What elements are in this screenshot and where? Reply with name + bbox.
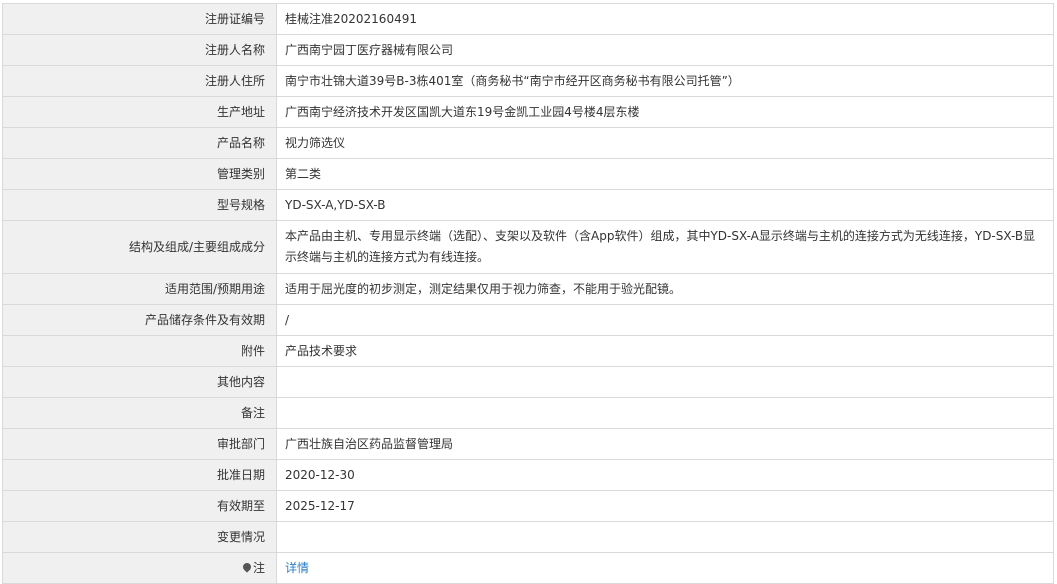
label-note: 注 xyxy=(2,552,277,584)
value-other-content xyxy=(276,366,1054,398)
note-pin-icon xyxy=(241,560,253,573)
row-product-name: 产品名称 视力筛选仪 xyxy=(2,127,1054,159)
label-model-spec: 型号规格 xyxy=(2,189,277,221)
value-structure-composition: 本产品由主机、专用显示终端（选配）、支架以及软件（含App软件）组成，其中YD-… xyxy=(276,220,1054,274)
label-change-history: 变更情况 xyxy=(2,521,277,553)
label-registrant-address: 注册人住所 xyxy=(2,65,277,97)
row-registrant-address: 注册人住所 南宁市壮锦大道39号B-3栋401室（商务秘书“南宁市经开区商务秘书… xyxy=(2,65,1054,97)
row-other-content: 其他内容 xyxy=(2,366,1054,398)
row-production-address: 生产地址 广西南宁经济技术开发区国凯大道东19号金凯工业园4号楼4层东楼 xyxy=(2,96,1054,128)
label-approval-date: 批准日期 xyxy=(2,459,277,491)
value-intended-use: 适用于屈光度的初步测定，测定结果仅用于视力筛查，不能用于验光配镜。 xyxy=(276,273,1054,305)
row-approval-department: 审批部门 广西壮族自治区药品监督管理局 xyxy=(2,428,1054,460)
value-registrant-name: 广西南宁园丁医疗器械有限公司 xyxy=(276,34,1054,66)
label-registration-number: 注册证编号 xyxy=(2,3,277,35)
row-attachment: 附件 产品技术要求 xyxy=(2,335,1054,367)
label-structure-composition: 结构及组成/主要组成成分 xyxy=(2,220,277,274)
row-valid-until: 有效期至 2025-12-17 xyxy=(2,490,1054,522)
row-registration-number: 注册证编号 桂械注准20202160491 xyxy=(2,3,1054,35)
row-approval-date: 批准日期 2020-12-30 xyxy=(2,459,1054,491)
value-registration-number: 桂械注准20202160491 xyxy=(276,3,1054,35)
value-registrant-address: 南宁市壮锦大道39号B-3栋401室（商务秘书“南宁市经开区商务秘书有限公司托管… xyxy=(276,65,1054,97)
value-attachment: 产品技术要求 xyxy=(276,335,1054,367)
label-remarks: 备注 xyxy=(2,397,277,429)
label-other-content: 其他内容 xyxy=(2,366,277,398)
value-note: 详情 xyxy=(276,552,1054,584)
value-model-spec: YD-SX-A,YD-SX-B xyxy=(276,189,1054,221)
label-product-name: 产品名称 xyxy=(2,127,277,159)
row-registrant-name: 注册人名称 广西南宁园丁医疗器械有限公司 xyxy=(2,34,1054,66)
row-model-spec: 型号规格 YD-SX-A,YD-SX-B xyxy=(2,189,1054,221)
details-link[interactable]: 详情 xyxy=(285,561,309,575)
row-storage-validity: 产品储存条件及有效期 / xyxy=(2,304,1054,336)
label-intended-use: 适用范围/预期用途 xyxy=(2,273,277,305)
row-intended-use: 适用范围/预期用途 适用于屈光度的初步测定，测定结果仅用于视力筛查，不能用于验光… xyxy=(2,273,1054,305)
label-management-category: 管理类别 xyxy=(2,158,277,190)
label-attachment: 附件 xyxy=(2,335,277,367)
row-note: 注 详情 xyxy=(2,552,1054,584)
label-registrant-name: 注册人名称 xyxy=(2,34,277,66)
value-change-history xyxy=(276,521,1054,553)
value-management-category: 第二类 xyxy=(276,158,1054,190)
row-structure-composition: 结构及组成/主要组成成分 本产品由主机、专用显示终端（选配）、支架以及软件（含A… xyxy=(2,220,1054,274)
label-valid-until: 有效期至 xyxy=(2,490,277,522)
value-approval-date: 2020-12-30 xyxy=(276,459,1054,491)
row-change-history: 变更情况 xyxy=(2,521,1054,553)
row-management-category: 管理类别 第二类 xyxy=(2,158,1054,190)
value-product-name: 视力筛选仪 xyxy=(276,127,1054,159)
row-remarks: 备注 xyxy=(2,397,1054,429)
value-valid-until: 2025-12-17 xyxy=(276,490,1054,522)
label-storage-validity: 产品储存条件及有效期 xyxy=(2,304,277,336)
value-remarks xyxy=(276,397,1054,429)
label-production-address: 生产地址 xyxy=(2,96,277,128)
registration-detail-table: 注册证编号 桂械注准20202160491 注册人名称 广西南宁园丁医疗器械有限… xyxy=(2,3,1054,584)
note-label: 注 xyxy=(252,560,265,575)
label-approval-department: 审批部门 xyxy=(2,428,277,460)
value-storage-validity: / xyxy=(276,304,1054,336)
value-approval-department: 广西壮族自治区药品监督管理局 xyxy=(276,428,1054,460)
value-production-address: 广西南宁经济技术开发区国凯大道东19号金凯工业园4号楼4层东楼 xyxy=(276,96,1054,128)
